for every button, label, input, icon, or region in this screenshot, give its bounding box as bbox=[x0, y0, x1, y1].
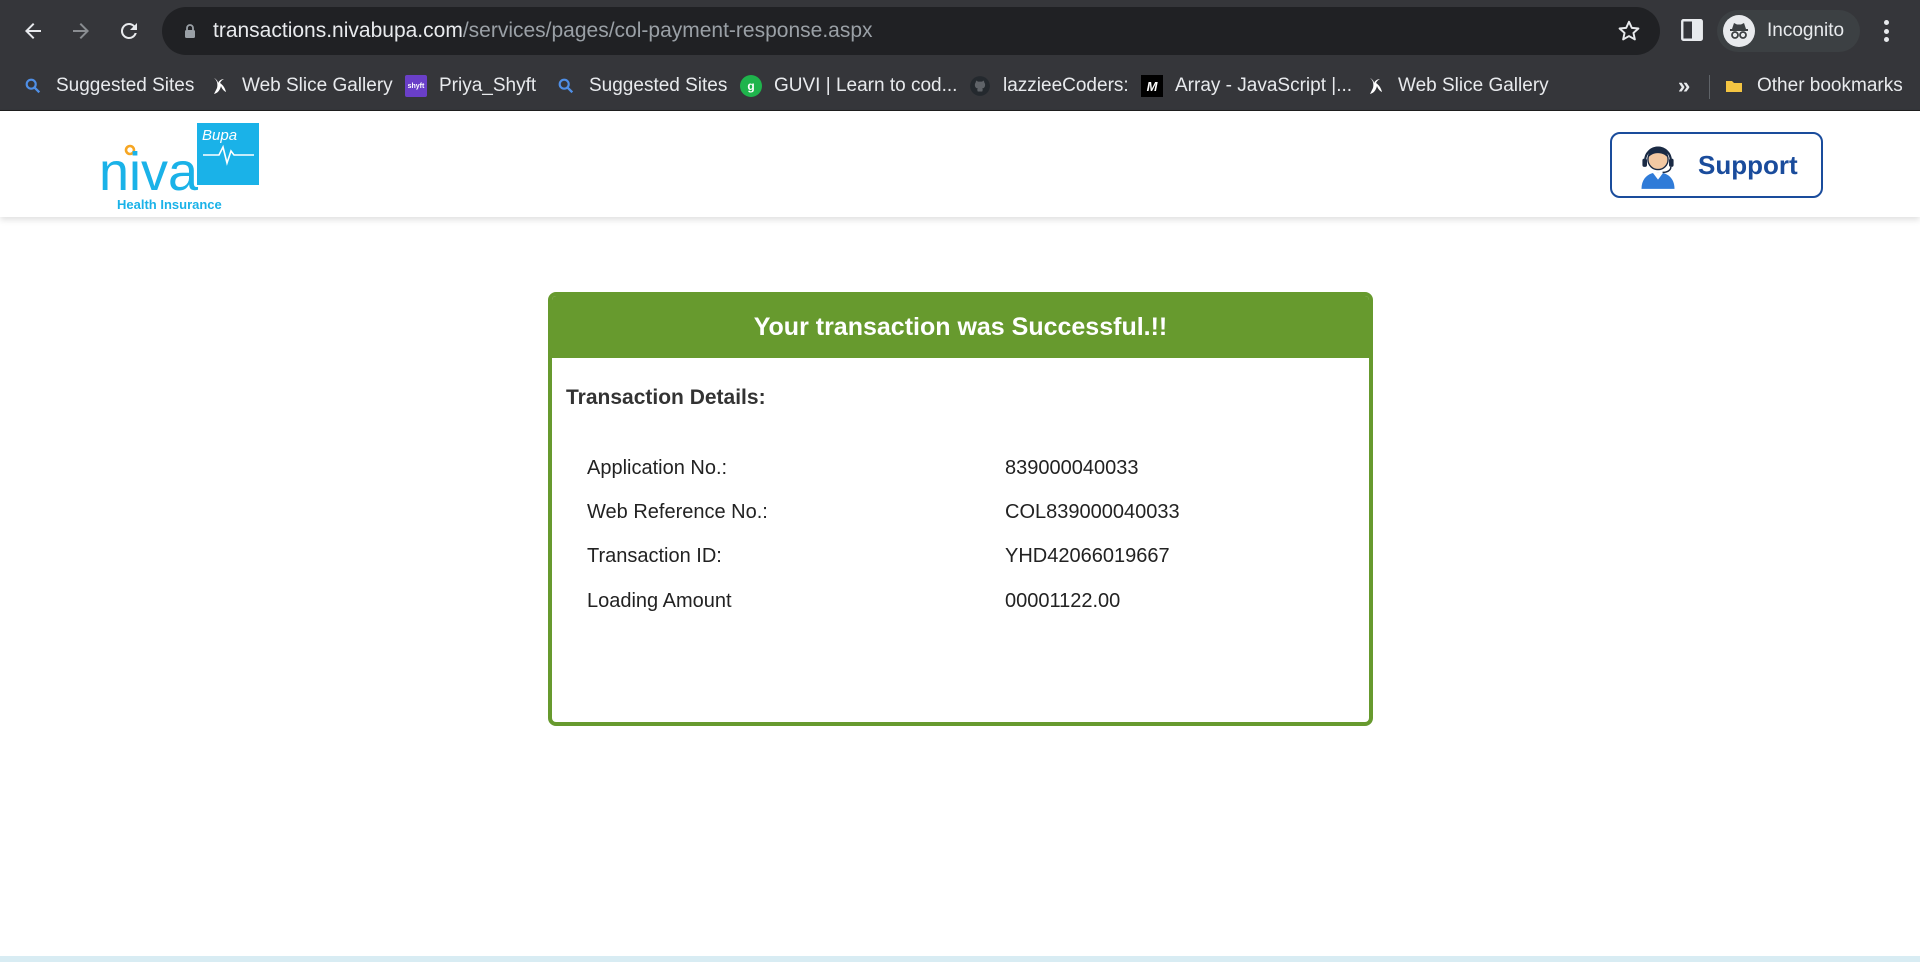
more-bookmarks-icon[interactable]: » bbox=[1678, 73, 1690, 99]
page-bottom-border bbox=[0, 956, 1920, 962]
incognito-icon bbox=[1723, 15, 1755, 47]
incognito-label: Incognito bbox=[1767, 20, 1845, 41]
niva-bupa-logo[interactable]: Bupa niva Health Insurance bbox=[99, 123, 261, 212]
logo-text: niva bbox=[99, 142, 199, 202]
bookmark-label: GUVI | Learn to cod... bbox=[774, 75, 958, 96]
side-panel-icon[interactable] bbox=[1679, 17, 1705, 43]
bookmark-label: Suggested Sites bbox=[56, 75, 195, 96]
address-bar[interactable]: transactions.nivabupa.com/services/pages… bbox=[162, 7, 1660, 55]
detail-value: 839000040033 bbox=[1005, 457, 1139, 479]
detail-label: Web Reference No.: bbox=[587, 501, 768, 523]
bookmarks-bar: Suggested Sites Web Slice Gallery shyft … bbox=[0, 61, 1920, 111]
bookmark-label: Web Slice Gallery bbox=[242, 75, 393, 96]
bookmark-item[interactable]: Suggested Sites bbox=[22, 72, 194, 100]
bookmark-label: Suggested Sites bbox=[589, 75, 728, 96]
other-bookmarks-label: Other bookmarks bbox=[1757, 75, 1903, 96]
bookmark-label: Priya_Shyft bbox=[439, 75, 537, 96]
detail-row: Transaction ID: YHD42066019667 bbox=[587, 545, 1347, 575]
card-header: Your transaction was Successful.!! bbox=[552, 296, 1369, 358]
detail-value: YHD42066019667 bbox=[1005, 545, 1170, 567]
bookmark-item[interactable]: lazzieeCoders: bbox=[969, 72, 1129, 100]
search-icon bbox=[555, 75, 577, 97]
detail-label: Application No.: bbox=[587, 457, 728, 479]
bookmark-item[interactable]: M Array - JavaScript |... bbox=[1141, 72, 1352, 100]
browser-toolbar: transactions.nivabupa.com/services/pages… bbox=[0, 0, 1920, 61]
forward-button[interactable] bbox=[62, 12, 100, 50]
bookmark-item[interactable]: Web Slice Gallery bbox=[1364, 72, 1549, 100]
folder-icon bbox=[1723, 75, 1745, 97]
bookmark-label: Web Slice Gallery bbox=[1398, 75, 1549, 96]
detail-label: Loading Amount bbox=[587, 590, 732, 612]
guvi-icon: g bbox=[740, 75, 762, 97]
mdn-icon: M bbox=[1141, 75, 1163, 97]
incognito-profile-button[interactable]: Incognito bbox=[1717, 10, 1861, 52]
support-button[interactable]: Support bbox=[1610, 132, 1823, 198]
reload-button[interactable] bbox=[110, 12, 148, 50]
github-icon bbox=[969, 75, 991, 97]
reload-icon bbox=[120, 22, 137, 39]
bookmark-item[interactable]: Web Slice Gallery bbox=[208, 72, 393, 100]
detail-value: 00001122.00 bbox=[1005, 590, 1121, 612]
bookmark-label: lazzieeCoders: bbox=[1003, 75, 1129, 96]
detail-row: Web Reference No.: COL839000040033 bbox=[587, 501, 1347, 531]
web-slice-icon bbox=[1364, 75, 1386, 97]
site-header: Bupa niva Health Insurance Support bbox=[0, 111, 1920, 217]
bookmark-item[interactable]: Suggested Sites bbox=[555, 72, 727, 100]
other-bookmarks[interactable]: Other bookmarks bbox=[1723, 72, 1903, 100]
back-button[interactable] bbox=[14, 12, 52, 50]
detail-row: Application No.: 839000040033 bbox=[587, 457, 1347, 487]
web-slice-icon bbox=[208, 75, 230, 97]
bookmark-label: Array - JavaScript |... bbox=[1175, 75, 1353, 96]
url-text: transactions.nivabupa.com/services/pages… bbox=[213, 19, 873, 43]
shyft-icon: shyft bbox=[405, 75, 427, 97]
lock-icon bbox=[185, 24, 195, 38]
url-path: /services/pages/col-payment-response.asp… bbox=[462, 19, 873, 42]
transaction-details-heading: Transaction Details: bbox=[566, 386, 766, 409]
logo-badge: Bupa bbox=[202, 127, 237, 144]
detail-row: Loading Amount 00001122.00 bbox=[587, 590, 1347, 620]
arrow-right-icon bbox=[73, 23, 89, 39]
bookmarks-divider bbox=[1709, 75, 1710, 99]
star-icon[interactable] bbox=[1616, 18, 1642, 44]
detail-label: Transaction ID: bbox=[587, 545, 722, 567]
bookmark-item[interactable]: g GUVI | Learn to cod... bbox=[740, 72, 957, 100]
search-icon bbox=[22, 75, 44, 97]
support-label: Support bbox=[1698, 149, 1798, 180]
transaction-result-card: Your transaction was Successful.!! Trans… bbox=[548, 292, 1373, 726]
support-agent-icon bbox=[1641, 146, 1675, 189]
detail-value: COL839000040033 bbox=[1005, 501, 1180, 523]
arrow-left-icon bbox=[25, 23, 41, 39]
logo-tagline: Health Insurance bbox=[117, 197, 222, 211]
url-host: transactions.nivabupa.com bbox=[213, 19, 463, 42]
bookmark-item[interactable]: shyft Priya_Shyft bbox=[405, 72, 536, 100]
browser-menu-icon[interactable] bbox=[1876, 16, 1896, 46]
success-message: Your transaction was Successful.!! bbox=[753, 312, 1168, 341]
